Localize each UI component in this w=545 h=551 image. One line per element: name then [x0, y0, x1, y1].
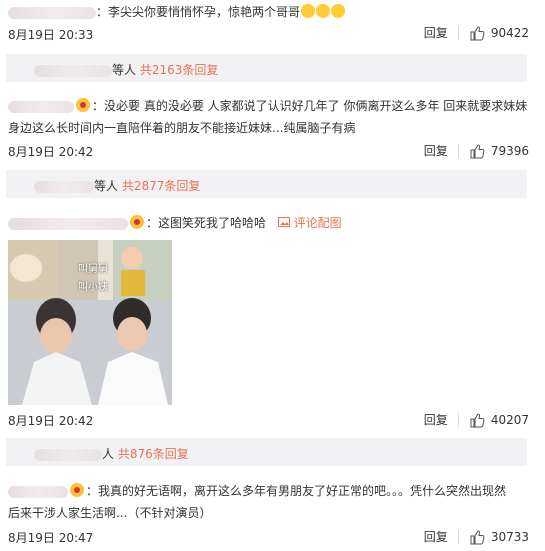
like-count: 40207 — [490, 412, 529, 427]
comment-2-text-row: ：没必要 真的没必要 人家都说了认识好几年了 你俩离开这么多年 回来就要求妹妹 — [8, 96, 531, 116]
thumbs-up-icon[interactable] — [469, 529, 485, 545]
crying-laugh-emoji-icon — [316, 4, 331, 18]
comment-text-line2: 后来干涉人家生活啊...（不针对演员） — [8, 506, 212, 520]
comment-time: 8月19日 20:47 — [8, 531, 94, 545]
reply-summary[interactable]: 等人 共2163条回复 — [6, 54, 527, 82]
comment-image[interactable]: 叫舅舅 叫小姨 — [8, 240, 172, 405]
username-blurred[interactable] — [8, 217, 128, 230]
vip-badge-icon — [130, 215, 144, 229]
reply-button[interactable]: 回复 — [424, 528, 448, 545]
reply-usernames-blurred — [34, 64, 112, 77]
comment-text-line2: 身边这么长时间内一直陪伴着的朋友不能接近妹妹...纯属脑子有病 — [8, 121, 356, 135]
like-count: 30733 — [490, 529, 529, 544]
comment-2-text-row-2: 身边这么长时间内一直陪伴着的朋友不能接近妹妹...纯属脑子有病 — [8, 118, 531, 138]
username-blurred[interactable] — [8, 6, 96, 19]
thumbs-up-icon[interactable] — [469, 25, 485, 41]
reply-count-link[interactable]: 共2163条回复 — [140, 63, 219, 77]
reply-count-link[interactable]: 共876条回复 — [118, 447, 189, 461]
image-caption-1: 叫舅舅 — [78, 264, 108, 275]
comment-1-text-row: ：李尖尖你要悄悄怀孕，惊艳两个哥哥 — [8, 2, 531, 22]
reply-count-link[interactable]: 共2877条回复 — [122, 179, 201, 193]
reply-usernames-blurred — [34, 180, 94, 193]
comment-actions: 回复 40207 — [424, 411, 529, 428]
divider — [457, 25, 459, 40]
reply-prefix: 等人 — [94, 179, 119, 193]
comment-4-text-row: ：我真的好无语啊，离开这么多年有男朋友了好正常的吧。。。凭什么突然出现然 — [8, 481, 531, 501]
comment-actions: 回复 79396 — [424, 142, 529, 159]
crying-laugh-emoji-icon — [331, 4, 346, 18]
divider — [457, 143, 459, 158]
username-blurred[interactable] — [8, 100, 74, 113]
divider — [457, 529, 459, 544]
username-blurred[interactable] — [8, 485, 68, 498]
reply-button[interactable]: 回复 — [424, 24, 448, 41]
comment-3-text-row: ：这图笑死我了哈哈哈 评论配图 — [8, 213, 531, 233]
comment-4-text-row-2: 后来干涉人家生活啊...（不针对演员） — [8, 503, 531, 523]
comment-actions: 回复 30733 — [424, 528, 529, 545]
divider — [457, 412, 459, 427]
comment-time: 8月19日 20:33 — [8, 28, 94, 42]
comment-text: ：没必要 真的没必要 人家都说了认识好几年了 你俩离开这么多年 回来就要求妹妹 — [92, 99, 528, 113]
reply-prefix: 等人 — [112, 63, 137, 77]
comment-text: ：我真的好无语啊，离开这么多年有男朋友了好正常的吧。。。凭什么突然出现然 — [86, 484, 507, 498]
picture-icon — [277, 217, 290, 227]
vip-badge-icon — [76, 98, 90, 112]
comment-time: 8月19日 20:42 — [8, 145, 94, 159]
comment-picture-link[interactable]: 评论配图 — [294, 216, 342, 230]
reply-button[interactable]: 回复 — [424, 411, 448, 428]
thumbs-up-icon[interactable] — [469, 412, 485, 428]
comment-actions: 回复 90422 — [424, 24, 529, 41]
reply-usernames-blurred — [34, 448, 102, 461]
comment-text: ：李尖尖你要悄悄怀孕，惊艳两个哥哥 — [96, 5, 301, 19]
comment-time: 8月19日 20:42 — [8, 414, 94, 428]
crying-laugh-emoji-icon — [301, 4, 316, 18]
reply-summary[interactable]: 人 共876条回复 — [6, 438, 527, 466]
reply-summary[interactable]: 等人 共2877条回复 — [6, 170, 527, 198]
thumbs-up-icon[interactable] — [469, 143, 485, 159]
reply-prefix: 人 — [102, 447, 115, 461]
like-count: 90422 — [490, 25, 529, 40]
image-caption-2: 叫小姨 — [78, 282, 108, 293]
comment-text: ：这图笑死我了哈哈哈 — [146, 216, 267, 230]
reply-button[interactable]: 回复 — [424, 142, 448, 159]
vip-badge-icon — [70, 483, 84, 497]
like-count: 79396 — [490, 143, 529, 158]
